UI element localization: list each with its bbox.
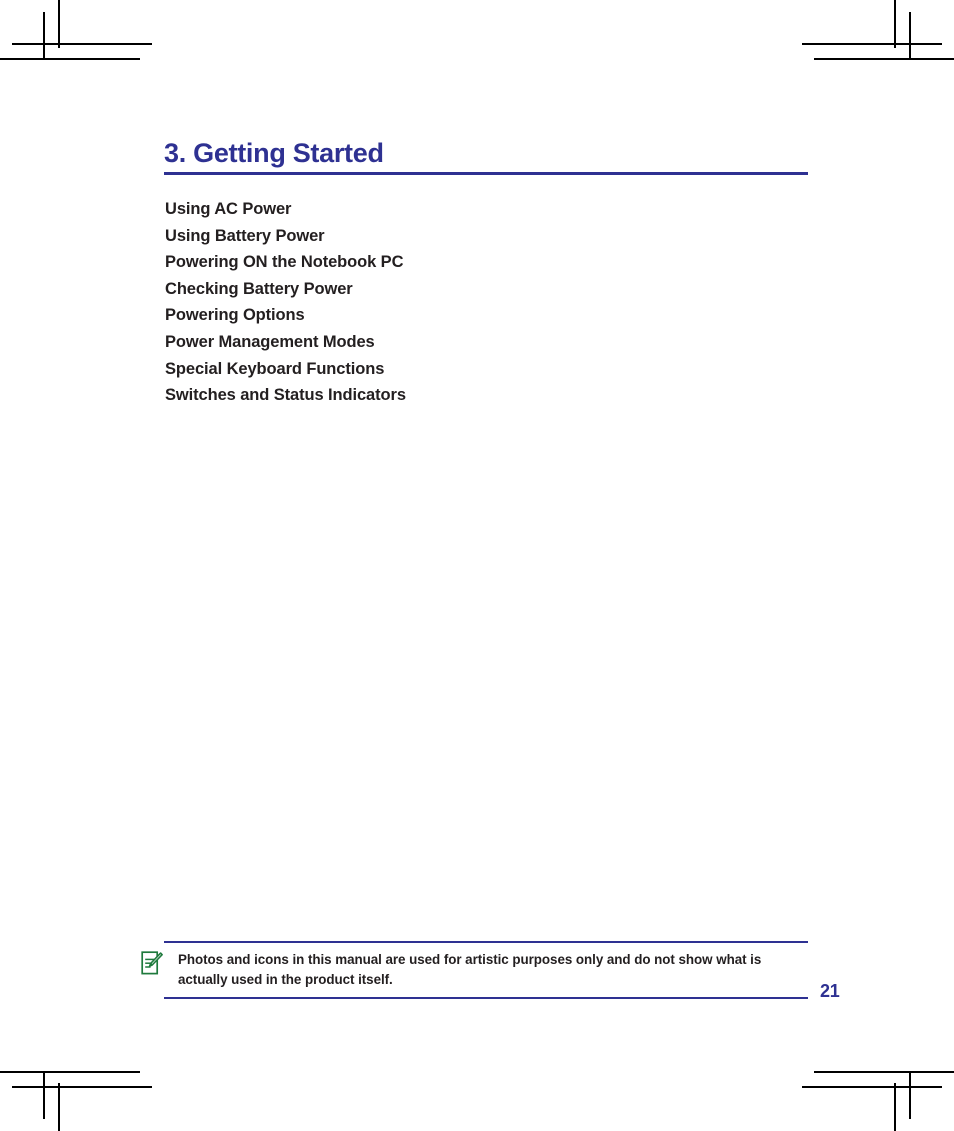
page-number: 21 xyxy=(820,981,840,1001)
list-item: Power Management Modes xyxy=(165,332,375,351)
crop-mark-bottom-right xyxy=(802,1059,954,1131)
crop-mark-line xyxy=(43,12,45,60)
list-item: Using Battery Power xyxy=(165,226,325,245)
list-item: Special Keyboard Functions xyxy=(165,359,385,378)
note-callout: Photos and icons in this manual are used… xyxy=(141,941,810,999)
note-text-line1: Photos and icons in this manual are used… xyxy=(178,952,675,967)
crop-mark-line xyxy=(58,1083,60,1131)
crop-mark-line xyxy=(43,1071,45,1119)
crop-mark-line xyxy=(894,1083,896,1131)
page-content: 3. Getting Started Using AC Power Using … xyxy=(141,0,840,1131)
list-item: Powering ON the Notebook PC xyxy=(165,253,404,272)
title-divider xyxy=(164,172,808,175)
crop-mark-line xyxy=(12,1086,152,1088)
note-body: Photos and icons in this manual are used… xyxy=(141,943,810,997)
list-item: Powering Options xyxy=(165,306,305,325)
page-title: 3. Getting Started xyxy=(164,138,384,168)
crop-mark-top-left xyxy=(0,0,152,72)
list-item: Using AC Power xyxy=(165,200,292,218)
crop-mark-bottom-left xyxy=(0,1059,152,1131)
crop-mark-line xyxy=(0,58,140,60)
crop-mark-line xyxy=(0,1071,140,1073)
note-pencil-icon xyxy=(141,951,163,975)
note-bottom-divider xyxy=(164,997,808,999)
crop-mark-line xyxy=(909,1071,911,1119)
list-item: Checking Battery Power xyxy=(165,279,353,298)
list-item: Switches and Status Indicators xyxy=(165,386,406,405)
crop-mark-line xyxy=(12,43,152,45)
chapter-contents-list: Using AC Power Using Battery Power Power… xyxy=(165,196,765,409)
crop-mark-line xyxy=(58,0,60,48)
crop-mark-line xyxy=(894,0,896,48)
crop-mark-line xyxy=(909,12,911,60)
note-text: Photos and icons in this manual are used… xyxy=(178,950,810,989)
crop-mark-top-right xyxy=(802,0,954,72)
